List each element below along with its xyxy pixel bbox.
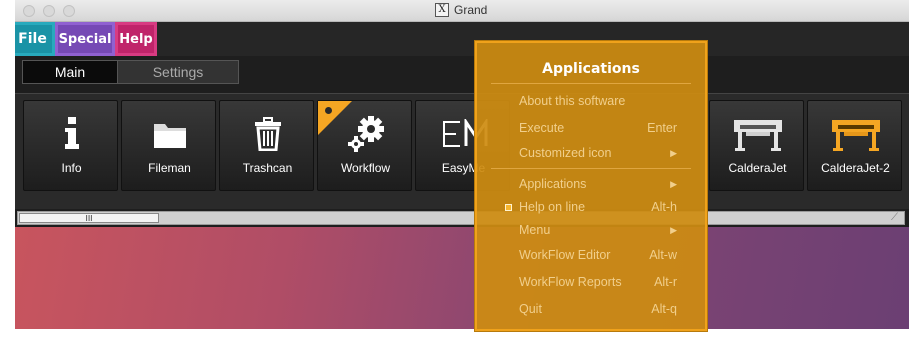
menu-file[interactable]: File: [15, 22, 55, 56]
minimize-window-button[interactable]: [43, 5, 55, 17]
x11-icon: X: [435, 3, 449, 17]
menu-item-workflow-reports[interactable]: WorkFlow Reports Alt-r: [519, 273, 689, 291]
horizontal-scrollbar[interactable]: III ⟋: [17, 211, 905, 225]
submenu-arrow-icon: ▶: [670, 148, 677, 158]
title-bar[interactable]: X Grand: [15, 0, 909, 22]
menu-item-label: Execute: [519, 121, 565, 135]
menu-item-label: Help on line: [519, 200, 586, 214]
menu-item-workflow-editor[interactable]: WorkFlow Editor Alt-w: [519, 246, 689, 264]
tile-calderajet-2[interactable]: CalderaJet-2: [807, 100, 902, 191]
menu-item-label: WorkFlow Editor: [519, 248, 611, 262]
tile-workflow[interactable]: Workflow: [317, 100, 412, 191]
menu-item-label: WorkFlow Reports: [519, 275, 622, 289]
tile-label: CalderaJet-2: [821, 161, 890, 175]
tile-calderajet[interactable]: CalderaJet: [709, 100, 804, 191]
menu-title: Applications: [542, 61, 640, 77]
close-window-button[interactable]: [23, 5, 35, 17]
tile-trashcan[interactable]: Trashcan: [219, 100, 314, 191]
trash-icon: [220, 113, 315, 155]
menu-special[interactable]: Special: [55, 22, 115, 56]
submenu-arrow-icon: ▶: [670, 225, 677, 235]
menu-item-shortcut: Alt-h: [651, 200, 677, 214]
tile-fileman[interactable]: Fileman: [121, 100, 216, 191]
window-title: X Grand: [435, 3, 487, 17]
printer-icon: [808, 113, 903, 155]
scrollbar-thumb[interactable]: III: [19, 213, 159, 223]
menu-item-execute[interactable]: Execute Enter: [519, 119, 689, 137]
window-title-text: Grand: [454, 3, 488, 17]
tile-info[interactable]: Info: [23, 100, 118, 191]
menu-help[interactable]: Help: [115, 22, 157, 56]
app-toolbar: Info Fileman Trashcan Workflow EasyMe Ca…: [15, 93, 909, 209]
printer-icon: [710, 113, 805, 155]
tile-label: Fileman: [148, 161, 191, 175]
menu-item-menu[interactable]: Menu ▶: [519, 221, 689, 239]
menu-item-label: About this software: [519, 94, 626, 108]
menu-bar: File Special Help: [15, 22, 909, 56]
tab-bar: Main Settings: [22, 60, 239, 84]
applications-menu: Applications About this software Execute…: [475, 41, 707, 331]
tile-label: Info: [61, 161, 82, 175]
menu-item-about[interactable]: About this software: [519, 92, 689, 110]
menu-item-label: Customized icon: [519, 146, 612, 160]
menu-item-label: Applications: [519, 177, 587, 191]
submenu-arrow-icon: ▶: [670, 179, 677, 189]
desktop-background: [15, 227, 909, 329]
tab-settings[interactable]: Settings: [118, 60, 239, 84]
tab-main[interactable]: Main: [22, 60, 118, 84]
menu-separator: [491, 168, 691, 169]
zoom-window-button[interactable]: [63, 5, 75, 17]
menu-item-applications[interactable]: Applications ▶: [519, 175, 689, 193]
menu-item-shortcut: Alt-q: [651, 302, 677, 316]
menu-item-shortcut: Alt-r: [654, 275, 677, 289]
menu-item-quit[interactable]: Quit Alt-q: [519, 300, 689, 318]
tile-label: CalderaJet: [728, 161, 787, 175]
menu-item-shortcut: Alt-w: [649, 248, 677, 262]
info-icon: [24, 113, 119, 155]
menu-item-shortcut: Enter: [647, 121, 677, 135]
menu-item-customized-icon[interactable]: Customized icon ▶: [519, 144, 689, 162]
menu-item-label: Quit: [519, 302, 542, 316]
menu-item-help-on-line[interactable]: Help on line Alt-h: [519, 198, 689, 216]
tile-label: Trashcan: [242, 161, 293, 175]
checkmark-icon: [505, 204, 512, 211]
app-window: X Grand File Special Help Main Settings …: [15, 0, 909, 329]
folder-icon: [122, 113, 217, 155]
tile-label: Workflow: [340, 161, 391, 175]
menu-item-label: Menu: [519, 223, 551, 237]
gears-icon: [318, 113, 413, 155]
menu-separator: [491, 83, 691, 84]
resize-grip-icon[interactable]: ⟋: [891, 212, 903, 224]
